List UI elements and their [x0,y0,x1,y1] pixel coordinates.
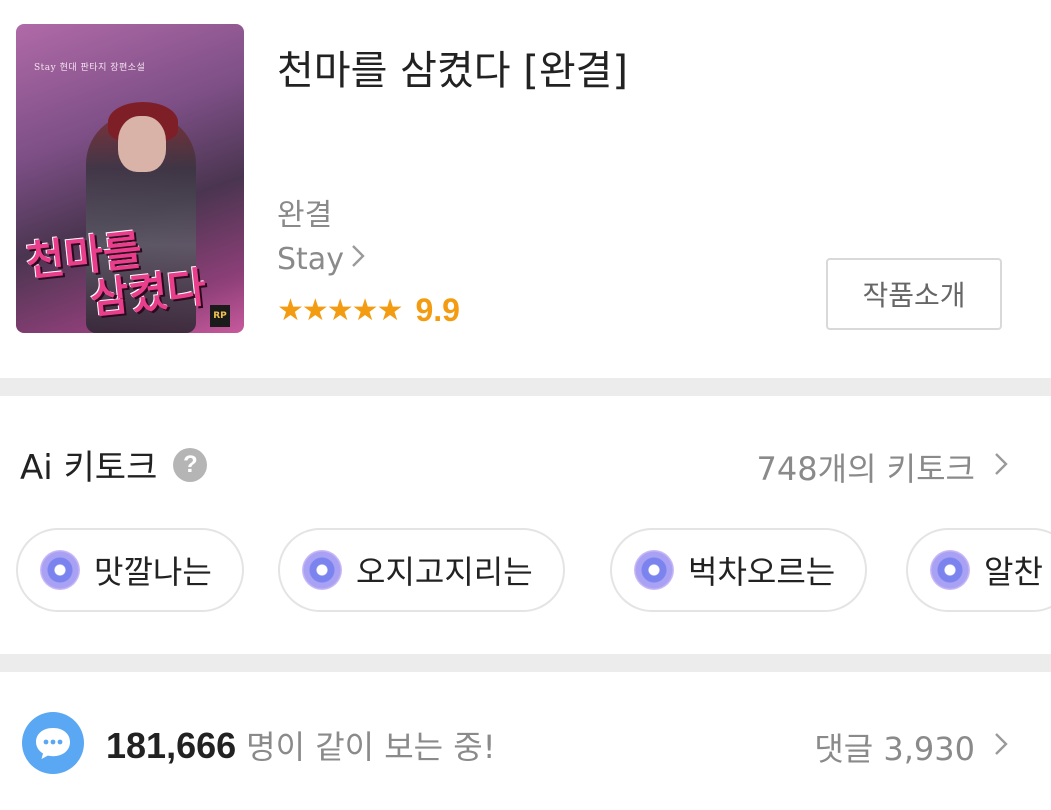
book-title: 천마를 삼켰다 [완결] [277,48,629,94]
section-divider [0,654,1051,672]
author-link[interactable]: Stay [277,242,366,277]
cover-top-text: Stay 현대 판타지 장편소설 [34,63,146,73]
section-divider [0,378,1051,396]
keytalk-chips: 맛깔나는 오지고지리는 벅차오르는 알찬 [16,528,1051,616]
help-icon[interactable]: ? [173,447,208,482]
comments-count: 댓글 3,930 [814,730,975,768]
viewer-number: 181,666 [106,725,237,766]
keytalk-disc-icon [302,550,342,590]
viewer-count: 181,666 명이 같이 보는 중! [106,722,496,768]
book-cover[interactable]: Stay 현대 판타지 장편소설 천마를 삼켰다 RP [16,24,244,333]
keytalk-count: 748개의 키토크 [756,450,975,488]
keytalk-chip[interactable]: 벅차오르는 [610,528,868,612]
keytalk-disc-icon [634,550,674,590]
comments-link[interactable]: 댓글 3,930 [814,724,1009,770]
rating: ★★★★★ 9.9 [277,292,460,329]
chevron-right-icon [350,243,366,276]
publisher-badge: RP [210,305,230,327]
book-status: 완결 [277,198,333,233]
keytalk-chip-label: 오지고지리는 [356,553,533,591]
chat-bubble-icon [22,712,84,774]
rating-score: 9.9 [415,292,460,328]
chevron-right-icon [993,451,1009,484]
keytalk-chip[interactable]: 알찬 [906,528,1051,612]
keytalk-chip-label: 벅차오르는 [688,553,836,591]
keytalk-chip-label: 맛깔나는 [94,553,212,591]
viewer-suffix: 명이 같이 보는 중! [246,728,496,766]
keytalk-title: Ai 키토크 [20,448,158,488]
author-name: Stay [277,242,344,277]
cover-face [118,116,166,172]
chevron-right-icon [993,731,1009,764]
keytalk-header: Ai 키토크 ? [20,440,208,489]
keytalk-chip-label: 알찬 [984,553,1043,591]
star-rating-icon: ★★★★★ [277,293,403,328]
keytalk-chip[interactable]: 오지고지리는 [278,528,565,612]
keytalk-count-link[interactable]: 748개의 키토크 [757,444,1009,490]
keytalk-disc-icon [930,550,970,590]
intro-button[interactable]: 작품소개 [826,258,1002,330]
keytalk-disc-icon [40,550,80,590]
keytalk-chip[interactable]: 맛깔나는 [16,528,244,612]
